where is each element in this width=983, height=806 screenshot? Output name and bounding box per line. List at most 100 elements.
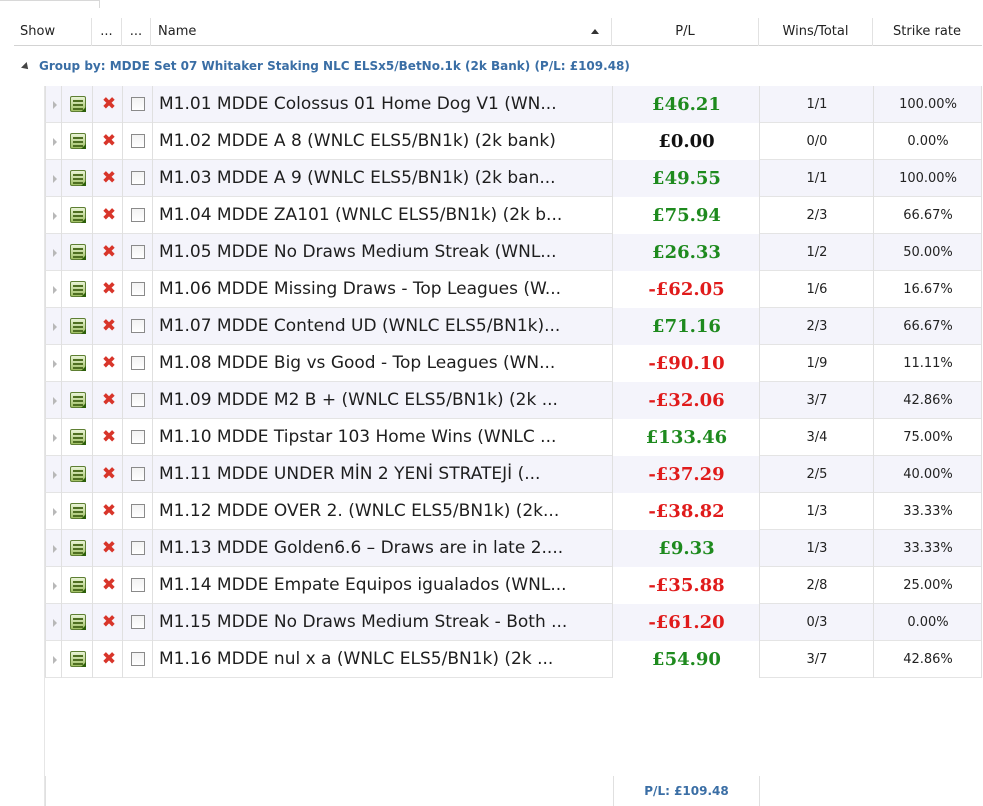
table-row[interactable]: ✖ M1.12 MDDE OVER 2. (WNLC ELS5/BN1k) (2… bbox=[45, 493, 982, 530]
row-checkbox[interactable] bbox=[131, 615, 145, 629]
table-row[interactable]: ✖ M1.07 MDDE Contend UD (WNLC ELS5/BN1k)… bbox=[45, 308, 982, 345]
expand-arrow-icon[interactable] bbox=[53, 212, 57, 220]
table-row[interactable]: ✖ M1.08 MDDE Big vs Good - Top Leagues (… bbox=[45, 345, 982, 382]
delete-cell[interactable]: ✖ bbox=[93, 641, 123, 678]
collapse-arrow-icon[interactable] bbox=[21, 61, 31, 72]
table-row[interactable]: ✖ M1.05 MDDE No Draws Medium Streak (WNL… bbox=[45, 234, 982, 271]
checkbox-cell[interactable] bbox=[123, 86, 153, 123]
group-row[interactable]: Group by: MDDE Set 07 Whitaker Staking N… bbox=[20, 54, 630, 78]
delete-x-icon[interactable]: ✖ bbox=[101, 650, 117, 668]
table-row[interactable]: ✖ M1.06 MDDE Missing Draws - Top Leagues… bbox=[45, 271, 982, 308]
table-row[interactable]: ✖ M1.04 MDDE ZA101 (WNLC ELS5/BN1k) (2k … bbox=[45, 197, 982, 234]
show-cell[interactable] bbox=[62, 419, 93, 456]
checkbox-cell[interactable] bbox=[123, 530, 153, 567]
show-details-icon[interactable] bbox=[70, 466, 86, 482]
expand-cell[interactable] bbox=[46, 604, 62, 641]
row-checkbox[interactable] bbox=[131, 541, 145, 555]
delete-x-icon[interactable]: ✖ bbox=[101, 576, 117, 594]
show-details-icon[interactable] bbox=[70, 651, 86, 667]
show-details-icon[interactable] bbox=[70, 503, 86, 519]
table-row[interactable]: ✖ M1.14 MDDE Empate Equipos igualados (W… bbox=[45, 567, 982, 604]
expand-cell[interactable] bbox=[46, 345, 62, 382]
show-details-icon[interactable] bbox=[70, 614, 86, 630]
table-row[interactable]: ✖ M1.02 MDDE A 8 (WNLC ELS5/BN1k) (2k ba… bbox=[45, 123, 982, 160]
checkbox-cell[interactable] bbox=[123, 345, 153, 382]
header-show[interactable]: Show bbox=[14, 18, 92, 46]
delete-x-icon[interactable]: ✖ bbox=[101, 169, 117, 187]
delete-x-icon[interactable]: ✖ bbox=[101, 317, 117, 335]
show-cell[interactable] bbox=[62, 530, 93, 567]
expand-cell[interactable] bbox=[46, 530, 62, 567]
show-cell[interactable] bbox=[62, 234, 93, 271]
row-checkbox[interactable] bbox=[131, 171, 145, 185]
row-checkbox[interactable] bbox=[131, 282, 145, 296]
show-cell[interactable] bbox=[62, 197, 93, 234]
show-details-icon[interactable] bbox=[70, 170, 86, 186]
expand-cell[interactable] bbox=[46, 197, 62, 234]
checkbox-cell[interactable] bbox=[123, 456, 153, 493]
expand-arrow-icon[interactable] bbox=[53, 545, 57, 553]
expand-arrow-icon[interactable] bbox=[53, 249, 57, 257]
expand-cell[interactable] bbox=[46, 419, 62, 456]
header-pl[interactable]: P/L bbox=[612, 18, 759, 46]
expand-cell[interactable] bbox=[46, 641, 62, 678]
expand-arrow-icon[interactable] bbox=[53, 619, 57, 627]
expand-cell[interactable] bbox=[46, 234, 62, 271]
delete-cell[interactable]: ✖ bbox=[93, 234, 123, 271]
row-checkbox[interactable] bbox=[131, 430, 145, 444]
delete-x-icon[interactable]: ✖ bbox=[101, 206, 117, 224]
delete-cell[interactable]: ✖ bbox=[93, 382, 123, 419]
show-cell[interactable] bbox=[62, 456, 93, 493]
show-details-icon[interactable] bbox=[70, 244, 86, 260]
show-details-icon[interactable] bbox=[70, 429, 86, 445]
expand-cell[interactable] bbox=[46, 123, 62, 160]
table-row[interactable]: ✖ M1.11 MDDE UNDER MİN 2 YENİ STRATEJİ (… bbox=[45, 456, 982, 493]
expand-cell[interactable] bbox=[46, 308, 62, 345]
expand-cell[interactable] bbox=[46, 160, 62, 197]
delete-cell[interactable]: ✖ bbox=[93, 308, 123, 345]
show-details-icon[interactable] bbox=[70, 355, 86, 371]
delete-cell[interactable]: ✖ bbox=[93, 456, 123, 493]
delete-cell[interactable]: ✖ bbox=[93, 123, 123, 160]
checkbox-cell[interactable] bbox=[123, 234, 153, 271]
expand-arrow-icon[interactable] bbox=[53, 286, 57, 294]
checkbox-cell[interactable] bbox=[123, 493, 153, 530]
table-row[interactable]: ✖ M1.16 MDDE nul x a (WNLC ELS5/BN1k) (2… bbox=[45, 641, 982, 678]
show-details-icon[interactable] bbox=[70, 207, 86, 223]
expand-cell[interactable] bbox=[46, 271, 62, 308]
row-checkbox[interactable] bbox=[131, 504, 145, 518]
delete-x-icon[interactable]: ✖ bbox=[101, 502, 117, 520]
delete-x-icon[interactable]: ✖ bbox=[101, 243, 117, 261]
row-checkbox[interactable] bbox=[131, 134, 145, 148]
delete-cell[interactable]: ✖ bbox=[93, 530, 123, 567]
checkbox-cell[interactable] bbox=[123, 271, 153, 308]
header-col-2[interactable]: ... bbox=[92, 18, 122, 46]
row-checkbox[interactable] bbox=[131, 319, 145, 333]
row-checkbox[interactable] bbox=[131, 578, 145, 592]
show-cell[interactable] bbox=[62, 493, 93, 530]
expand-cell[interactable] bbox=[46, 456, 62, 493]
header-name[interactable]: Name bbox=[151, 18, 612, 46]
show-details-icon[interactable] bbox=[70, 540, 86, 556]
header-col-3[interactable]: ... bbox=[122, 18, 151, 46]
show-cell[interactable] bbox=[62, 641, 93, 678]
delete-x-icon[interactable]: ✖ bbox=[101, 428, 117, 446]
show-details-icon[interactable] bbox=[70, 392, 86, 408]
checkbox-cell[interactable] bbox=[123, 123, 153, 160]
checkbox-cell[interactable] bbox=[123, 419, 153, 456]
expand-cell[interactable] bbox=[46, 86, 62, 123]
show-details-icon[interactable] bbox=[70, 577, 86, 593]
show-details-icon[interactable] bbox=[70, 318, 86, 334]
delete-cell[interactable]: ✖ bbox=[93, 419, 123, 456]
expand-arrow-icon[interactable] bbox=[53, 360, 57, 368]
delete-cell[interactable]: ✖ bbox=[93, 271, 123, 308]
checkbox-cell[interactable] bbox=[123, 567, 153, 604]
delete-x-icon[interactable]: ✖ bbox=[101, 613, 117, 631]
expand-arrow-icon[interactable] bbox=[53, 138, 57, 146]
expand-arrow-icon[interactable] bbox=[53, 323, 57, 331]
row-checkbox[interactable] bbox=[131, 208, 145, 222]
row-checkbox[interactable] bbox=[131, 245, 145, 259]
delete-x-icon[interactable]: ✖ bbox=[101, 280, 117, 298]
show-cell[interactable] bbox=[62, 123, 93, 160]
show-details-icon[interactable] bbox=[70, 96, 86, 112]
